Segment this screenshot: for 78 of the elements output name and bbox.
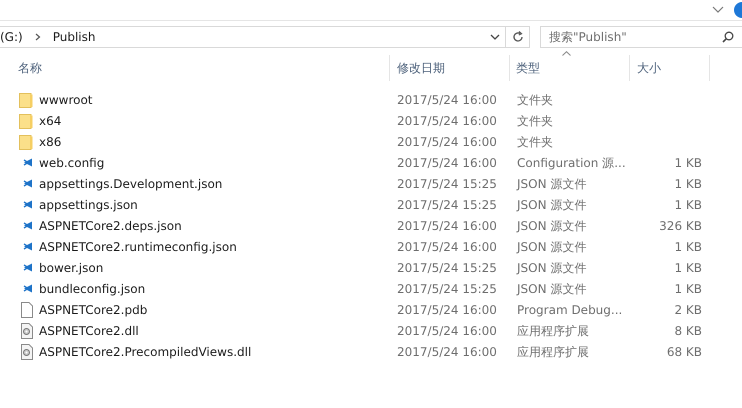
- file-size: 1 KB: [674, 176, 702, 190]
- code-file-icon: [23, 179, 33, 188]
- file-type: 文件夹: [517, 134, 553, 148]
- breadcrumb-item[interactable]: Publish: [52, 28, 96, 46]
- file-type: JSON 源文件: [517, 176, 586, 190]
- folder-icon: [19, 92, 33, 108]
- file-name[interactable]: ASPNETCore2.PrecompiledViews.dll: [39, 342, 252, 360]
- search-field[interactable]: 搜索"Publish": [540, 26, 742, 48]
- modified-date: 2017/5/24 16:00: [397, 156, 497, 170]
- file-size: 1 KB: [674, 156, 702, 170]
- refresh-icon: [512, 31, 524, 43]
- file-type: JSON 源文件: [517, 282, 586, 296]
- file-size: 1 KB: [674, 198, 702, 212]
- modified-date: 2017/5/24 16:00: [397, 218, 497, 232]
- file-name[interactable]: appsettings.json: [39, 196, 138, 214]
- file-name[interactable]: bower.json: [39, 258, 104, 276]
- modified-date: 2017/5/24 16:00: [397, 302, 497, 316]
- file-name[interactable]: bundleconfig.json: [39, 280, 146, 298]
- file-size: 2 KB: [674, 302, 702, 316]
- file-name[interactable]: ASPNETCore2.runtimeconfig.json: [39, 238, 237, 256]
- file-icon: [21, 302, 33, 318]
- folder-icon: [19, 134, 33, 150]
- file-size: 1 KB: [674, 260, 702, 274]
- column-header[interactable]: 修改日期: [390, 55, 510, 81]
- file-type: JSON 源文件: [517, 260, 586, 274]
- folder-icon: [19, 112, 33, 128]
- gear-file-icon: [21, 344, 33, 360]
- file-type: 应用程序扩展: [517, 324, 589, 338]
- chevron-down-icon[interactable]: [712, 6, 724, 14]
- modified-date: 2017/5/24 15:25: [397, 260, 497, 274]
- code-file-icon: [23, 200, 33, 209]
- file-type: 文件夹: [517, 92, 553, 106]
- modified-date: 2017/5/24 16:00: [397, 240, 497, 254]
- modified-date: 2017/5/24 15:25: [397, 176, 497, 190]
- modified-date: 2017/5/24 16:00: [397, 92, 497, 106]
- code-file-icon: [23, 284, 33, 293]
- file-name[interactable]: x86: [39, 132, 62, 150]
- file-name[interactable]: wwwroot: [39, 90, 93, 108]
- file-type: 应用程序扩展: [517, 344, 589, 358]
- modified-date: 2017/5/24 15:25: [397, 282, 497, 296]
- file-name[interactable]: appsettings.Development.json: [39, 174, 222, 192]
- address-bar[interactable]: (G:) Publish: [0, 26, 506, 48]
- file-size: 326 KB: [659, 218, 702, 232]
- file-name[interactable]: ASPNETCore2.pdb: [39, 300, 148, 318]
- modified-date: 2017/5/24 16:00: [397, 344, 497, 358]
- dropdown-icon[interactable]: [490, 34, 500, 40]
- file-type: JSON 源文件: [517, 218, 586, 232]
- file-name[interactable]: ASPNETCore2.dll: [39, 322, 139, 340]
- search-icon[interactable]: [722, 31, 734, 43]
- search-input[interactable]: 搜索"Publish": [541, 28, 722, 46]
- file-name[interactable]: web.config: [39, 154, 104, 172]
- gear-file-icon: [21, 322, 33, 338]
- file-type: Configuration 源...: [517, 156, 626, 170]
- file-type: JSON 源文件: [517, 240, 586, 254]
- column-header[interactable]: 大小: [630, 55, 710, 81]
- file-type: JSON 源文件: [517, 198, 586, 212]
- modified-date: 2017/5/24 15:25: [397, 198, 497, 212]
- modified-date: 2017/5/24 16:00: [397, 324, 497, 338]
- file-name[interactable]: x64: [39, 112, 62, 130]
- code-file-icon: [23, 263, 33, 272]
- file-size: 68 KB: [666, 344, 702, 358]
- modified-date: 2017/5/24 16:00: [397, 134, 497, 148]
- file-type: 文件夹: [517, 114, 553, 128]
- file-type: Program Debug...: [517, 302, 622, 316]
- modified-date: 2017/5/24 16:00: [397, 114, 497, 128]
- file-size: 1 KB: [674, 240, 702, 254]
- file-name[interactable]: ASPNETCore2.deps.json: [39, 216, 182, 234]
- refresh-button[interactable]: [506, 26, 530, 48]
- breadcrumb-item[interactable]: (G:): [0, 28, 23, 46]
- chevron-right-icon[interactable]: [34, 33, 41, 41]
- column-header[interactable]: 名称: [0, 55, 390, 81]
- code-file-icon: [23, 158, 33, 167]
- column-header[interactable]: 类型: [510, 55, 630, 81]
- code-file-icon: [23, 242, 33, 251]
- file-size: 1 KB: [674, 282, 702, 296]
- file-size: 8 KB: [674, 324, 702, 338]
- sort-caret-icon: [562, 51, 571, 56]
- code-file-icon: [23, 221, 33, 230]
